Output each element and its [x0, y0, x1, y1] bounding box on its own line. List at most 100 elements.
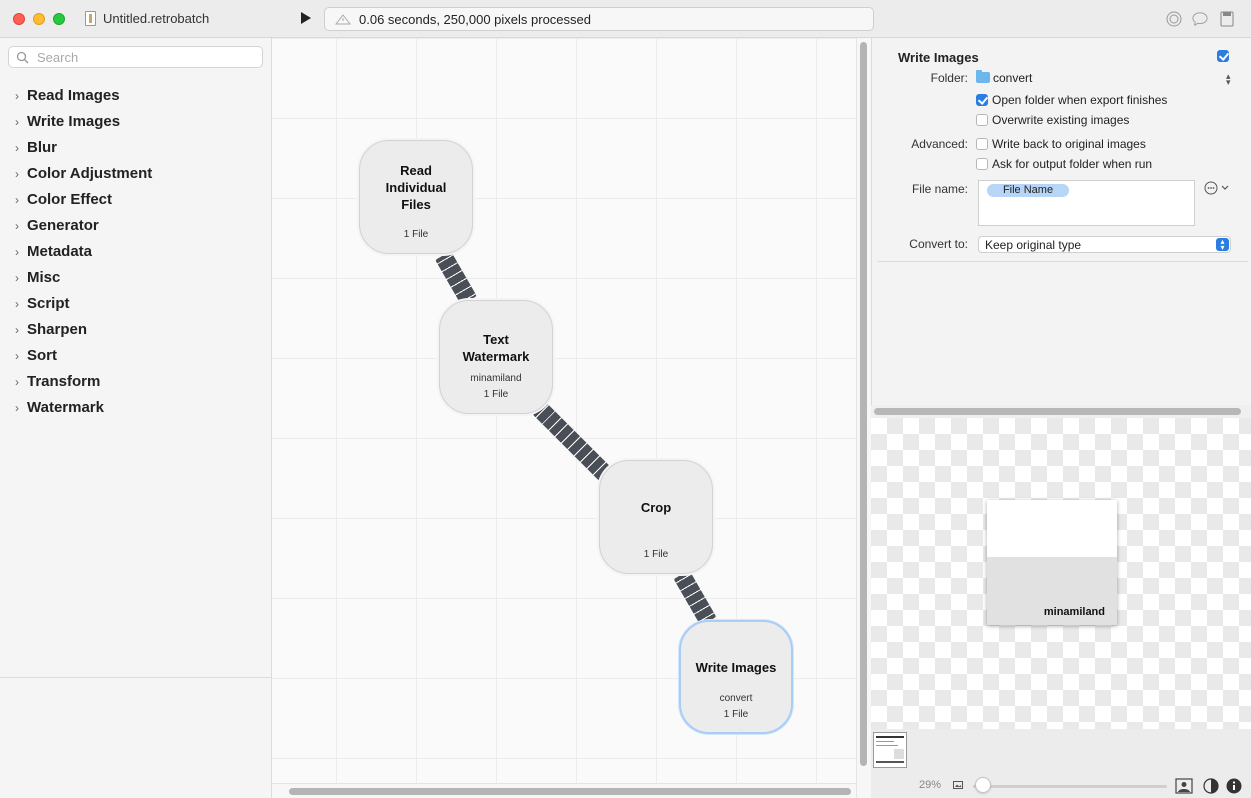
zoom-slider-track[interactable]: [973, 785, 1167, 788]
node-file-count: 1 File: [643, 549, 669, 560]
info-icon[interactable]: [1226, 778, 1242, 794]
node-library-sidebar: › Read Images › Write Images › Blur › Co…: [0, 38, 272, 798]
large-image-icon: [1175, 778, 1193, 794]
overwrite-checkbox[interactable]: [976, 114, 988, 126]
node-title-line: Crop: [640, 500, 672, 515]
chevron-right-icon: ›: [15, 297, 19, 311]
popup-arrows-icon[interactable]: ▴ ▾: [1226, 72, 1231, 87]
file-name-token[interactable]: File Name: [987, 184, 1069, 197]
node-file-count: 1 File: [723, 709, 749, 720]
zoom-level: 29%: [919, 779, 942, 791]
category-misc[interactable]: › Misc: [0, 266, 272, 292]
write-back-checkbox[interactable]: [976, 138, 988, 150]
contrast-toggle-icon[interactable]: [1203, 778, 1219, 794]
chevron-right-icon: ›: [15, 193, 19, 207]
node-title-line: Watermark: [462, 349, 530, 364]
chevron-right-icon: ›: [15, 89, 19, 103]
zoom-slider-knob[interactable]: [975, 777, 991, 793]
connection-watermark-to-crop[interactable]: [532, 401, 614, 483]
scrollbar-thumb[interactable]: [874, 408, 1241, 415]
preview-scrollbar[interactable]: [871, 405, 1251, 418]
chevron-right-icon: ›: [15, 271, 19, 285]
more-tokens-icon[interactable]: [1204, 181, 1230, 195]
folder-icon: [976, 70, 990, 83]
node-title-line: Write Images: [695, 660, 777, 675]
category-generator[interactable]: › Generator: [0, 214, 272, 240]
category-sort[interactable]: › Sort: [0, 344, 272, 370]
category-label: Watermark: [27, 399, 104, 416]
inspector-panel: Write Images Folder: convert ▴ ▾ Open fol…: [871, 38, 1251, 405]
category-script[interactable]: › Script: [0, 292, 272, 318]
chevron-right-icon: ›: [15, 375, 19, 389]
node-enabled-checkbox[interactable]: [1217, 50, 1229, 62]
connection-crop-to-write[interactable]: [673, 570, 717, 626]
category-metadata[interactable]: › Metadata: [0, 240, 272, 266]
minimize-window-button[interactable]: [33, 13, 45, 25]
workflow-canvas[interactable]: Read Individual Files 1 File Text Waterm…: [272, 38, 856, 783]
sidebar-divider: [0, 677, 271, 678]
category-blur[interactable]: › Blur: [0, 136, 272, 162]
category-sharpen[interactable]: › Sharpen: [0, 318, 272, 344]
node-crop[interactable]: Crop 1 File: [599, 460, 713, 574]
category-transform[interactable]: › Transform: [0, 370, 272, 396]
node-title-line: Read: [400, 163, 432, 178]
ask-folder-label: Ask for output folder when run: [992, 157, 1153, 171]
node-text-watermark[interactable]: Text Watermark minamiland 1 File: [439, 300, 553, 414]
category-label: Color Adjustment: [27, 165, 153, 182]
status-text: 0.06 seconds, 250,000 pixels processed: [359, 12, 591, 27]
category-color-adjustment[interactable]: › Color Adjustment: [0, 162, 272, 188]
status-field: 0.06 seconds, 250,000 pixels processed: [324, 7, 874, 31]
inspector-divider: [878, 261, 1248, 262]
category-label: Color Effect: [27, 191, 113, 208]
convert-to-select[interactable]: Keep original type ▴ ▾: [978, 236, 1231, 253]
scrollbar-thumb[interactable]: [860, 42, 867, 766]
comment-icon[interactable]: [1192, 11, 1208, 27]
file-name-field[interactable]: File Name: [978, 180, 1195, 226]
chevron-right-icon: ›: [15, 401, 19, 415]
node-write-images[interactable]: Write Images convert 1 File: [679, 620, 793, 734]
image-preview[interactable]: minamiland: [871, 418, 1251, 729]
search-field[interactable]: [8, 46, 263, 68]
close-window-button[interactable]: [13, 13, 25, 25]
node-title-line: Text: [483, 332, 509, 347]
advanced-label: Advanced:: [911, 137, 968, 151]
category-label: Misc: [27, 269, 61, 286]
preview-image: minamiland: [987, 500, 1117, 625]
convert-to-value: Keep original type: [985, 238, 1082, 252]
search-input[interactable]: [35, 49, 255, 65]
category-write-images[interactable]: › Write Images: [0, 110, 272, 136]
preview-bottom-bar: 29%: [871, 775, 1251, 798]
category-color-effect[interactable]: › Color Effect: [0, 188, 272, 214]
folder-popup[interactable]: convert: [993, 71, 1032, 85]
connection-read-to-watermark[interactable]: [435, 250, 477, 306]
scrollbar-thumb[interactable]: [289, 788, 851, 795]
inspector-icon[interactable]: [1219, 11, 1235, 27]
canvas-horizontal-scrollbar[interactable]: [272, 783, 856, 798]
ask-folder-checkbox[interactable]: [976, 158, 988, 170]
category-read-images[interactable]: › Read Images: [0, 84, 272, 110]
chevron-right-icon: ›: [15, 323, 19, 337]
canvas-vertical-scrollbar[interactable]: [856, 38, 870, 798]
category-label: Transform: [27, 373, 101, 390]
category-list: › Read Images › Write Images › Blur › Co…: [0, 84, 272, 422]
thumbnail-image[interactable]: [873, 732, 907, 768]
run-button[interactable]: [300, 11, 312, 25]
chevron-right-icon: ›: [15, 219, 19, 233]
chevron-right-icon: ›: [15, 167, 19, 181]
category-watermark[interactable]: › Watermark: [0, 396, 272, 422]
node-read-individual-files[interactable]: Read Individual Files 1 File: [359, 140, 473, 254]
chevron-right-icon: ›: [15, 245, 19, 259]
category-label: Sort: [27, 347, 57, 364]
preview-toggle-icon[interactable]: [1166, 11, 1182, 27]
thumbnail-strip: [871, 729, 1251, 775]
node-subtitle: minamiland: [470, 373, 522, 384]
zoom-window-button[interactable]: [53, 13, 65, 25]
node-subtitle: convert: [719, 693, 753, 704]
thumbnail-preview-icon: [876, 736, 904, 763]
open-folder-checkbox[interactable]: [976, 94, 988, 106]
category-label: Blur: [27, 139, 57, 156]
window-title: Untitled.retrobatch: [103, 11, 210, 26]
overwrite-label: Overwrite existing images: [992, 113, 1130, 127]
folder-label: Folder:: [930, 71, 968, 85]
small-image-icon: [953, 781, 963, 789]
